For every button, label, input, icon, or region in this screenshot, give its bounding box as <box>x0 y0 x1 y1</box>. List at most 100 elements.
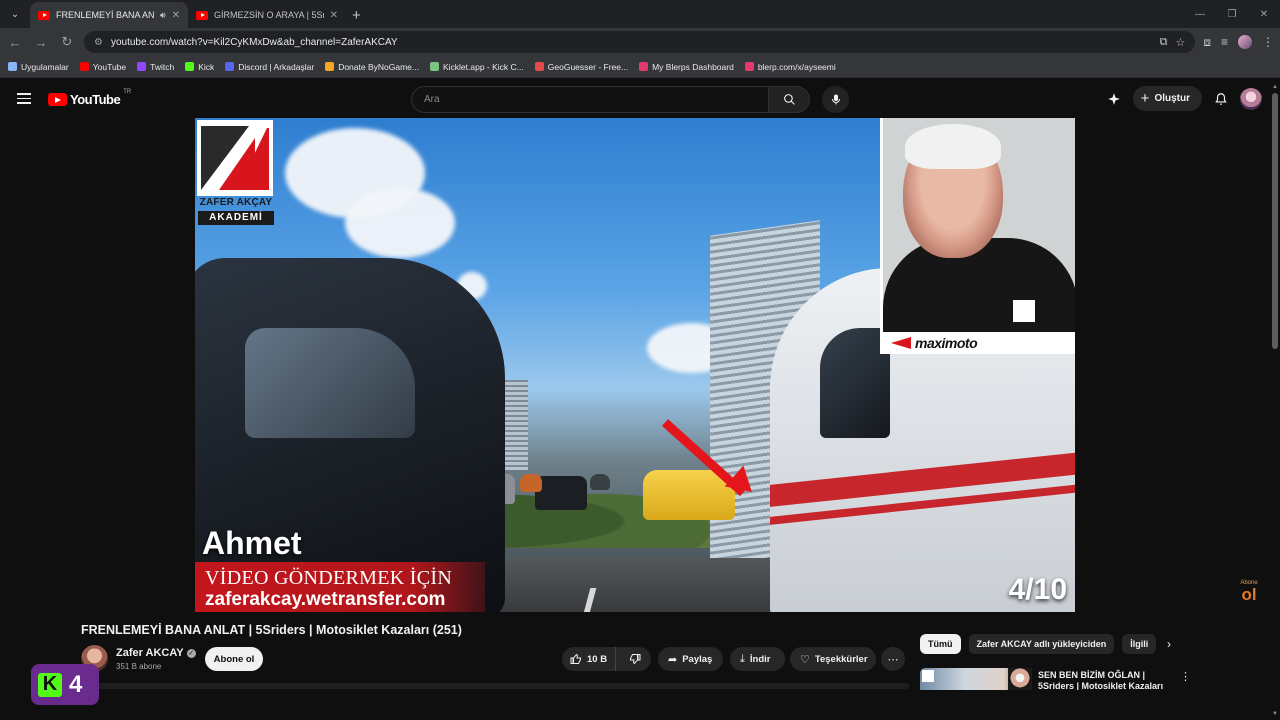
bookmark-star-icon[interactable]: ☆ <box>1175 36 1185 49</box>
bookmark-label: blerp.com/x/ayseemi <box>757 61 836 72</box>
subscribe-button[interactable]: Abone ol <box>205 647 263 671</box>
caption-line-1: VİDEO GÖNDERMEK İÇİN <box>205 567 453 589</box>
share-button[interactable]: ➦ Paylaş <box>658 647 723 671</box>
profile-avatar[interactable] <box>1238 35 1252 49</box>
minimize-icon[interactable]: — <box>1184 0 1216 28</box>
bookmark-favicon-icon <box>137 62 147 71</box>
address-bar[interactable]: ⚙ youtube.com/watch?v=Kil2CyKMxDw&ab_cha… <box>84 31 1196 53</box>
tab-active[interactable]: FRENLEMEYİ BANA ANLAT 🔊︎ ✕ <box>30 2 188 28</box>
site-info-icon[interactable]: ⚙ <box>94 37 103 48</box>
tab-search-button[interactable]: ⌄ <box>4 3 26 25</box>
car-shape <box>535 476 587 510</box>
search-icon <box>783 94 795 105</box>
car-shape <box>590 474 610 490</box>
caption-sender-name: Ahmet <box>202 525 302 561</box>
super-thanks-icon: ♡ <box>800 653 810 666</box>
bookmark-item[interactable]: blerp.com/x/ayseemi <box>744 61 836 72</box>
like-button[interactable]: 10 B <box>562 647 617 671</box>
share-arrow-icon: ➦ <box>668 653 678 666</box>
chip-related[interactable]: İlgili <box>1122 634 1157 654</box>
account-avatar[interactable] <box>1240 87 1262 110</box>
bookmark-favicon-icon <box>744 62 754 71</box>
clip-counter: 4/10 <box>1008 573 1067 606</box>
bookmark-item[interactable]: Uygulamalar <box>8 62 69 72</box>
bookmark-label: Kick <box>198 61 215 72</box>
new-tab-button[interactable]: + <box>352 7 361 24</box>
description-box-edge <box>81 683 909 689</box>
chip-from-uploader[interactable]: Zafer AKCAY adlı yükleyiciden <box>968 634 1115 654</box>
create-button[interactable]: + Oluştur <box>1132 86 1202 111</box>
bookmark-item[interactable]: Discord | Arkadaşlar <box>225 62 314 72</box>
download-button[interactable]: ⤓ İndir <box>730 647 785 671</box>
bookmark-label: Kicklet.app - Kick C... <box>442 61 524 72</box>
bookmark-favicon-icon <box>185 62 195 71</box>
subscriber-count: 351 B abone <box>116 662 162 671</box>
gemini-sparkle-icon[interactable] <box>1107 92 1121 106</box>
chip-all[interactable]: Tümü <box>920 634 961 654</box>
voice-search-button[interactable] <box>822 86 849 113</box>
bookmark-label: GeoGuesser - Free... <box>547 61 629 72</box>
browser-tabstrip: ⌄ FRENLEMEYİ BANA ANLAT 🔊︎ ✕ GİRMEZSİN O… <box>0 0 1280 28</box>
bookmark-favicon-icon <box>79 62 89 71</box>
media-control-icon[interactable]: ≡ <box>1221 35 1228 49</box>
hamburger-menu-icon[interactable] <box>17 93 31 104</box>
youtube-favicon-icon <box>196 10 208 20</box>
brand-line-1: ZAFER AKÇAY <box>199 197 273 208</box>
notifications-bell-icon[interactable] <box>1214 92 1228 106</box>
reload-icon[interactable]: ↻ <box>58 33 76 51</box>
recommended-video[interactable]: SEN BEN BİZİM OĞLAN | 5Sriders | Motosik… <box>920 668 1270 690</box>
bookmark-label: Donate ByNoGame... <box>338 61 419 72</box>
bookmark-item[interactable]: Twitch <box>137 62 174 72</box>
subscribe-watermark[interactable]: Abone ol <box>1236 580 1262 604</box>
recommended-thumbnail[interactable] <box>920 668 1032 690</box>
cloud-shape <box>345 188 455 258</box>
browser-menu-icon[interactable]: ⋮ <box>1262 35 1274 49</box>
more-actions-button[interactable]: ⋯ <box>881 647 905 671</box>
watermark-bottom: ol <box>1241 585 1257 604</box>
chevron-right-icon[interactable]: › <box>1167 637 1171 651</box>
recommended-title[interactable]: SEN BEN BİZİM OĞLAN | 5Sriders | Motosik… <box>1038 670 1168 690</box>
scroll-up-icon[interactable]: ▲ <box>1271 83 1279 91</box>
extensions-icon[interactable]: ⧈ <box>1203 35 1211 50</box>
like-dislike-group: 10 B <box>562 647 651 671</box>
youtube-play-logo-icon <box>48 93 67 106</box>
bookmark-item[interactable]: Kick <box>185 62 214 72</box>
channel-name[interactable]: Zafer AKCAY ✓ <box>116 647 196 659</box>
more-vertical-icon[interactable]: ⋮ <box>1180 670 1191 683</box>
video-player[interactable]: ZAFER AKÇAY AKADEMİ maximoto Ahmet VİDEO… <box>195 118 1075 612</box>
za-logo-icon <box>922 670 934 682</box>
speaker-icon[interactable]: 🔊︎ <box>160 10 166 21</box>
back-icon[interactable]: ← <box>6 33 24 51</box>
zafer-akcay-akademi-logo: ZAFER AKÇAY AKADEMİ <box>197 120 274 226</box>
bookmark-item[interactable]: GeoGuesser - Free... <box>534 61 629 72</box>
search-input[interactable] <box>411 86 769 113</box>
cast-icon[interactable]: ⧉ <box>1160 36 1168 49</box>
bookmark-item[interactable]: Donate ByNoGame... <box>325 62 419 72</box>
thanks-button[interactable]: ♡ Teşekkürler <box>790 647 876 671</box>
bookmarks-bar: Uygulamalar YouTube Twitch Kick Discord | Ar… <box>0 56 1280 78</box>
share-label: Paylaş <box>682 653 713 665</box>
dislike-button[interactable] <box>621 647 649 671</box>
related-chips: Tümü Zafer AKCAY adlı yükleyiciden İlgil… <box>920 634 1157 654</box>
bookmark-favicon-icon <box>429 62 439 71</box>
page-scrollbar[interactable]: ▲ ▼ <box>1270 81 1280 720</box>
bookmark-item[interactable]: Kicklet.app - Kick C... <box>429 61 524 72</box>
scrollbar-thumb[interactable] <box>1272 93 1278 349</box>
tab-inactive[interactable]: GİRMEZSİN O ARAYA | 5Sriders ✕ <box>188 2 346 28</box>
scroll-down-icon[interactable]: ▼ <box>1271 710 1279 718</box>
channel-name-text[interactable]: Zafer AKCAY <box>116 647 184 659</box>
restore-icon[interactable]: ❐ <box>1216 0 1248 28</box>
search-button[interactable] <box>769 86 810 113</box>
bookmark-item[interactable]: My Blerps Dashboard <box>639 62 734 72</box>
close-window-icon[interactable]: ✕ <box>1248 0 1280 28</box>
verified-check-icon: ✓ <box>186 648 196 658</box>
close-tab-icon[interactable]: ✕ <box>330 10 338 21</box>
bookmark-item[interactable]: YouTube <box>79 62 126 72</box>
bookmark-label: Discord | Arkadaşlar <box>238 61 315 72</box>
forward-icon[interactable]: → <box>32 33 50 51</box>
presenter-inset: maximoto <box>880 118 1075 354</box>
youtube-logo[interactable]: YouTube TR <box>48 89 131 107</box>
close-tab-icon[interactable]: ✕ <box>172 10 180 21</box>
shirt-logo-icon <box>1013 300 1035 322</box>
kick-viewer-count: 4 <box>69 670 83 698</box>
